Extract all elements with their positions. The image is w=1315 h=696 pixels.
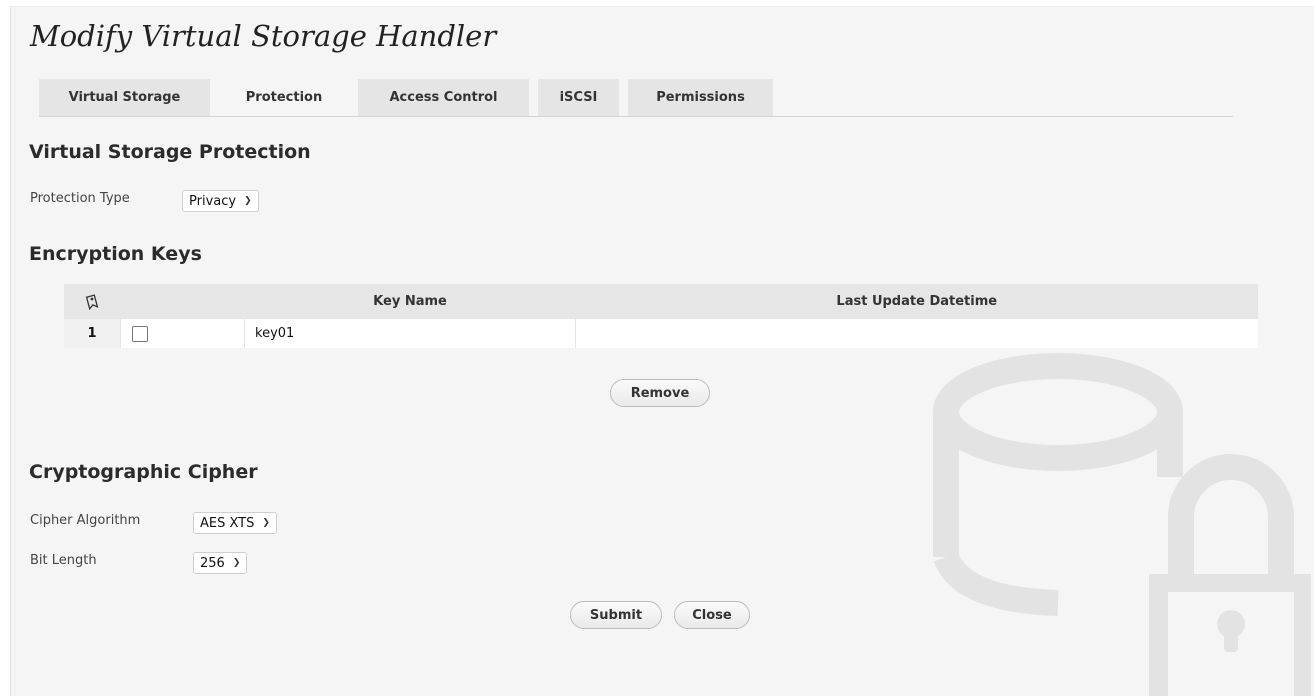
table-header-row: Key Name Last Update Datetime	[64, 284, 1258, 319]
select-column-header	[120, 284, 245, 319]
row-select-cell	[120, 319, 245, 348]
table-row[interactable]: 1 key01	[64, 319, 1258, 348]
chevron-down-icon: ❯	[232, 558, 241, 568]
column-header-last-update[interactable]: Last Update Datetime	[575, 284, 1258, 319]
key-name-cell: key01	[244, 319, 576, 348]
cipher-algorithm-select[interactable]: AES XTS ❯	[193, 512, 277, 534]
close-button[interactable]: Close	[674, 601, 750, 629]
tab-iscsi[interactable]: iSCSI	[538, 79, 619, 116]
tab-virtual-storage[interactable]: Virtual Storage	[39, 79, 210, 116]
submit-button[interactable]: Submit	[570, 601, 662, 629]
row-checkbox[interactable]	[132, 325, 148, 342]
dialog-title: Modify Virtual Storage Handler	[30, 19, 497, 53]
tab-divider	[39, 116, 1233, 117]
protection-type-value: Privacy	[189, 193, 237, 209]
encryption-keys-heading: Encryption Keys	[29, 243, 202, 265]
locked-storage-icon	[933, 353, 1311, 696]
modify-storage-dialog: Modify Virtual Storage Handler Virtual S…	[10, 6, 1314, 696]
bit-length-value: 256	[200, 555, 225, 571]
column-header-key-name[interactable]: Key Name	[244, 284, 576, 319]
tab-protection[interactable]: Protection	[219, 79, 349, 116]
chevron-down-icon: ❯	[262, 518, 270, 528]
last-update-cell	[575, 319, 1258, 348]
bit-length-label: Bit Length	[30, 553, 97, 568]
chevron-down-icon: ❯	[244, 196, 252, 206]
cipher-heading: Cryptographic Cipher	[29, 461, 258, 483]
encryption-keys-table: Key Name Last Update Datetime 1 key01	[64, 284, 1258, 348]
row-number: 1	[64, 319, 121, 348]
protection-type-select[interactable]: Privacy ❯	[182, 190, 259, 212]
remove-button[interactable]: Remove	[610, 379, 710, 407]
protection-type-label: Protection Type	[30, 191, 130, 206]
protection-heading: Virtual Storage Protection	[29, 141, 311, 163]
tab-bar: Virtual Storage Protection Access Contro…	[39, 79, 773, 116]
tab-access-control[interactable]: Access Control	[358, 79, 529, 116]
cipher-algorithm-value: AES XTS	[200, 515, 255, 531]
tab-permissions[interactable]: Permissions	[628, 79, 773, 116]
cipher-algorithm-label: Cipher Algorithm	[30, 513, 141, 528]
tag-icon	[64, 284, 121, 319]
bit-length-select[interactable]: 256 ❯	[193, 552, 248, 574]
